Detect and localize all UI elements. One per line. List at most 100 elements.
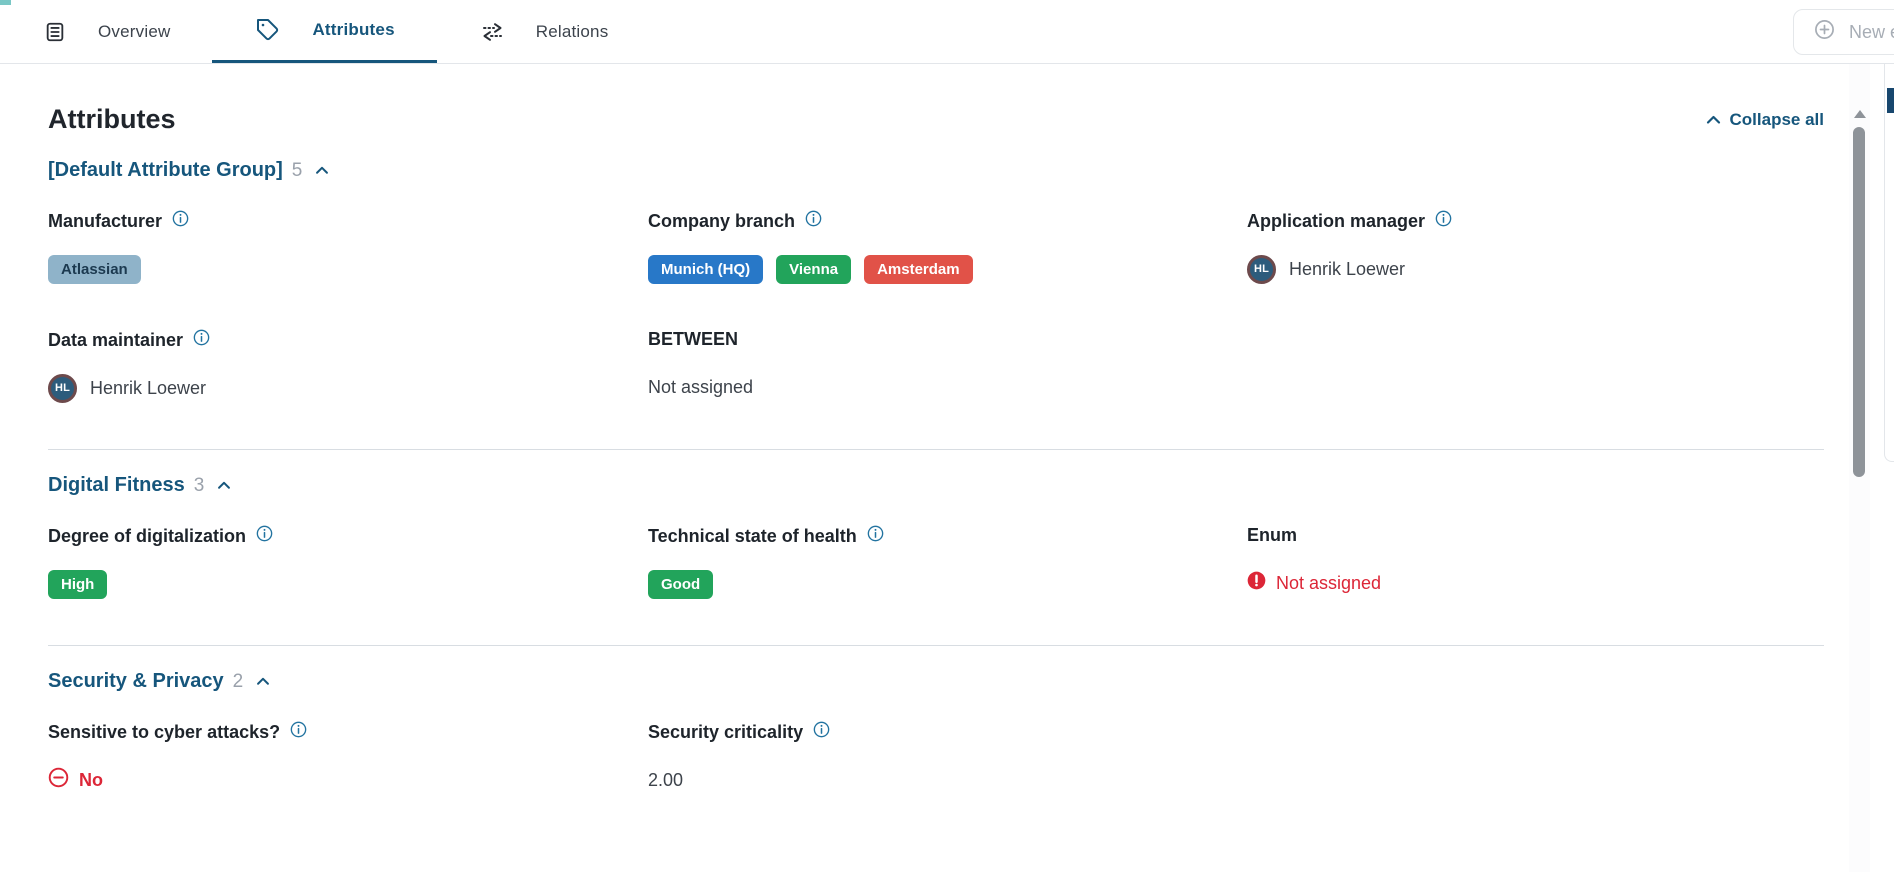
field-label-row: Manufacturer	[48, 210, 648, 232]
value-tag[interactable]: High	[48, 570, 107, 599]
denied-text: No	[79, 770, 103, 791]
tab-overview-label: Overview	[98, 22, 170, 42]
person-name: Henrik Loewer	[1289, 259, 1405, 280]
value-tag[interactable]: Munich (HQ)	[648, 255, 763, 284]
field-value: No	[48, 765, 648, 795]
field-label: BETWEEN	[648, 329, 738, 350]
attribute-field: Data maintainer HL Henrik Loewer	[48, 329, 648, 403]
field-label-row: Technical state of health	[648, 525, 1247, 547]
attribute-field: Security criticality 2.00	[648, 721, 1247, 795]
scroll-up-arrow-icon[interactable]	[1854, 110, 1866, 118]
exclamation-circle-icon	[1247, 571, 1266, 595]
field-value: HL Henrik Loewer	[48, 373, 648, 403]
value-tag[interactable]: Amsterdam	[864, 255, 973, 284]
field-label: Sensitive to cyber attacks?	[48, 722, 280, 743]
plus-circle-icon	[1814, 19, 1835, 45]
info-icon[interactable]	[813, 721, 830, 743]
attribute-group: Security & Privacy2 Sensitive to cyber at…	[48, 670, 1824, 795]
group-count-badge: 3	[194, 475, 205, 497]
error-text: Not assigned	[1276, 573, 1381, 594]
avatar: HL	[1247, 255, 1276, 284]
tab-attributes[interactable]: Attributes	[212, 0, 436, 63]
person-name: Henrik Loewer	[90, 378, 206, 399]
field-value: HL Henrik Loewer	[1247, 254, 1824, 284]
denied-value[interactable]: No	[48, 767, 103, 793]
attribute-field: Enum Not assigned	[1247, 525, 1824, 599]
vertical-scrollbar[interactable]	[1849, 64, 1870, 872]
tab-attributes-label: Attributes	[312, 20, 394, 40]
field-label-row: Security criticality	[648, 721, 1247, 743]
relations-icon	[481, 21, 504, 43]
field-label-row: Application manager	[1247, 210, 1824, 232]
document-icon	[44, 21, 66, 43]
plain-value[interactable]: Not assigned	[648, 377, 753, 398]
attribute-group-header[interactable]: Security & Privacy2	[48, 670, 1824, 693]
info-icon[interactable]	[1435, 210, 1452, 232]
field-label-row: Sensitive to cyber attacks?	[48, 721, 648, 743]
tag-icon	[256, 18, 280, 42]
info-icon[interactable]	[290, 721, 307, 743]
group-name: Digital Fitness	[48, 474, 185, 497]
new-entry-button[interactable]: New el	[1793, 9, 1894, 55]
avatar: HL	[48, 374, 77, 403]
tab-relations[interactable]: Relations	[437, 0, 651, 63]
field-label-row: Enum	[1247, 525, 1824, 546]
teal-accent-bar	[0, 0, 11, 5]
tab-overview[interactable]: Overview	[0, 0, 212, 63]
group-count-badge: 5	[292, 160, 303, 182]
collapse-all-button[interactable]: Collapse all	[1706, 110, 1824, 130]
field-label: Application manager	[1247, 211, 1425, 232]
attribute-field: Application manager HL Henrik Loewer	[1247, 210, 1824, 284]
info-icon[interactable]	[867, 525, 884, 547]
right-panel-edge	[1884, 64, 1894, 462]
attribute-group-header[interactable]: Digital Fitness 3	[48, 474, 1824, 497]
person-value[interactable]: HL Henrik Loewer	[1247, 255, 1405, 284]
field-value: 2.00	[648, 765, 1247, 795]
section-divider	[48, 645, 1824, 646]
chevron-up-icon	[213, 477, 231, 495]
field-value: Munich (HQ) Vienna Amsterdam	[648, 254, 1247, 284]
section-divider	[48, 449, 1824, 450]
attributes-panel: Attributes Collapse all [Default Attribu…	[48, 64, 1824, 795]
chevron-up-icon	[252, 673, 270, 691]
fields-grid: Degree of digitalization High Technical st…	[48, 525, 1824, 599]
field-label-row: Data maintainer	[48, 329, 648, 351]
field-label: Technical state of health	[648, 526, 857, 547]
attribute-field: Technical state of health Good	[648, 525, 1247, 599]
field-label: Degree of digitalization	[48, 526, 246, 547]
field-value: Not assigned	[1247, 568, 1824, 598]
new-entry-label: New el	[1849, 22, 1894, 43]
group-name: [Default Attribute Group]	[48, 159, 283, 182]
info-icon[interactable]	[193, 329, 210, 351]
attribute-field: BETWEEN Not assigned	[648, 329, 1247, 403]
value-tag[interactable]: Atlassian	[48, 255, 141, 284]
info-icon[interactable]	[172, 210, 189, 232]
right-panel-edge-accent	[1887, 88, 1894, 113]
plain-value[interactable]: 2.00	[648, 770, 683, 791]
fields-grid: ManufacturerAtlassianCompany branchMunic…	[48, 210, 1824, 403]
info-icon[interactable]	[256, 525, 273, 547]
tab-bar: Overview Attributes Relations	[0, 0, 1894, 64]
attribute-field: Sensitive to cyber attacks? No	[48, 721, 648, 795]
field-value: Atlassian	[48, 254, 648, 284]
attribute-group: Digital Fitness 3 Degree of digitalization…	[48, 474, 1824, 599]
minus-circle-icon	[48, 767, 69, 793]
field-label: Enum	[1247, 525, 1297, 546]
field-label: Security criticality	[648, 722, 803, 743]
chevron-up-icon	[1706, 110, 1721, 130]
collapse-all-label: Collapse all	[1730, 110, 1824, 130]
page-title: Attributes	[48, 104, 176, 135]
info-icon[interactable]	[805, 210, 822, 232]
chevron-up-icon	[311, 162, 329, 180]
person-value[interactable]: HL Henrik Loewer	[48, 374, 206, 403]
not-assigned-error[interactable]: Not assigned	[1247, 571, 1381, 595]
value-tag[interactable]: Good	[648, 570, 713, 599]
group-count-badge: 2	[233, 671, 244, 693]
attribute-field: Manufacturer Atlassian	[48, 210, 648, 284]
field-label: Data maintainer	[48, 330, 183, 351]
scrollbar-thumb[interactable]	[1853, 127, 1865, 477]
field-value: High	[48, 569, 648, 599]
value-tag[interactable]: Vienna	[776, 255, 851, 284]
attribute-group-header[interactable]: [Default Attribute Group] 5	[48, 159, 1824, 182]
field-value: Not assigned	[648, 372, 1247, 402]
